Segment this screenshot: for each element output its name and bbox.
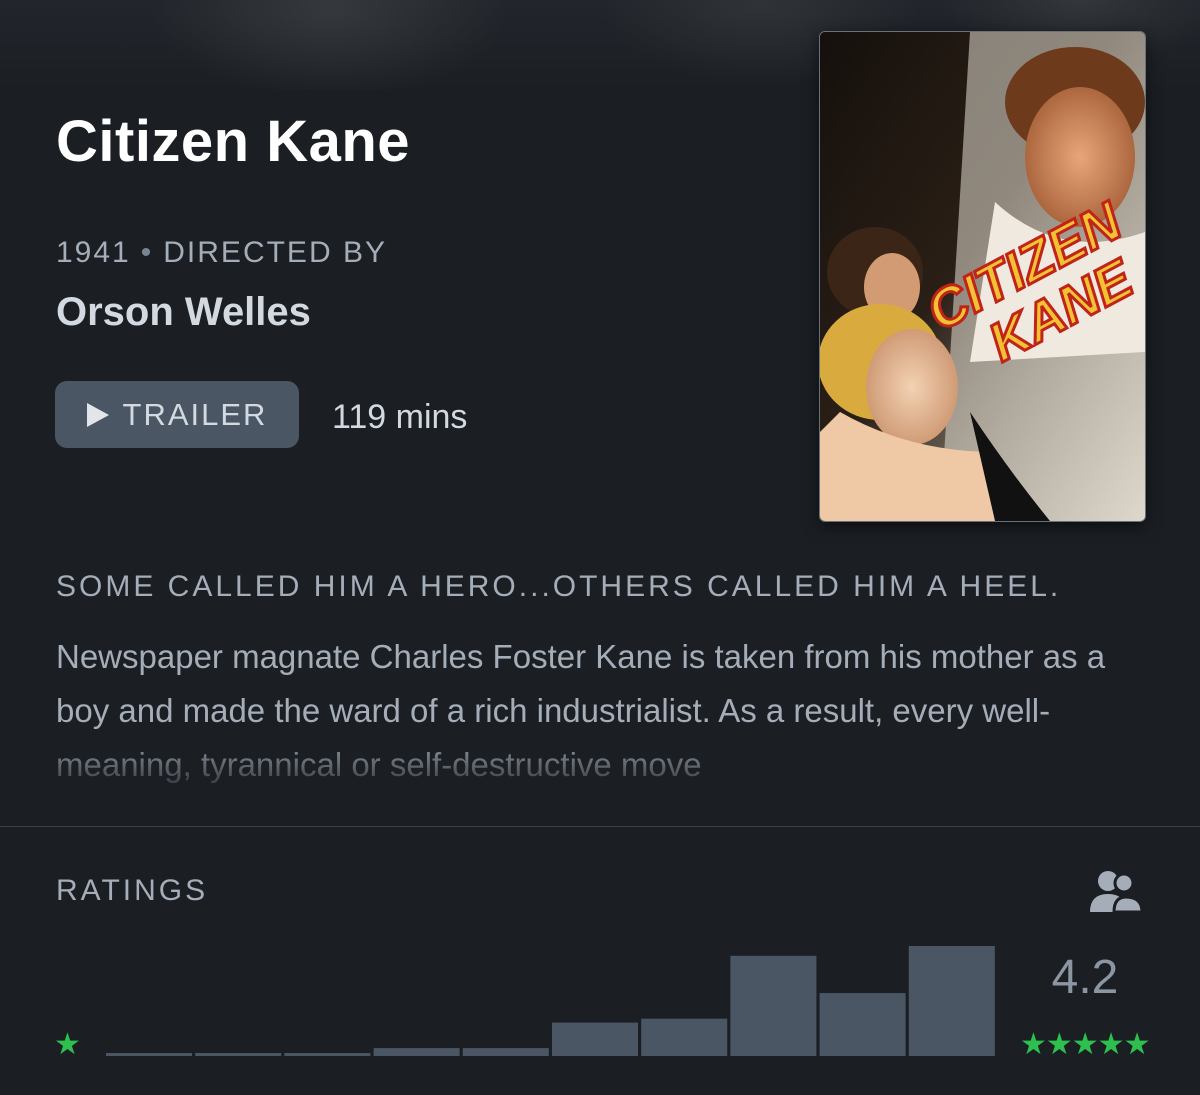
histogram-bar-1[interactable] [195, 1053, 282, 1056]
histogram-bar-3.5[interactable] [641, 1018, 728, 1056]
histogram-bar-0.5[interactable] [106, 1053, 192, 1056]
histogram-bar-4.5[interactable] [819, 993, 906, 1056]
histogram-bar-5[interactable] [908, 946, 995, 1056]
histogram-bar-3[interactable] [552, 1022, 638, 1056]
ratings-histogram[interactable] [0, 0, 1200, 1095]
histogram-bar-2[interactable] [373, 1048, 460, 1056]
histogram-bar-2.5[interactable] [462, 1048, 549, 1056]
average-rating[interactable]: 4.2 [1040, 950, 1130, 1005]
one-star-icon: ★ [54, 1028, 81, 1061]
histogram-bar-1.5[interactable] [284, 1053, 371, 1056]
histogram-bar-4[interactable] [730, 955, 817, 1056]
five-stars-icon: ★★★★★ [1020, 1028, 1150, 1061]
